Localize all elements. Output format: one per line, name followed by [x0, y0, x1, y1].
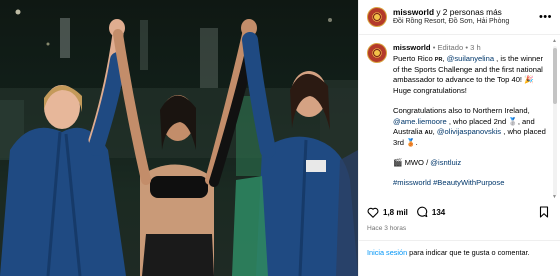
caption-paragraph-3: 🎬 MWO / @isntluiz	[393, 158, 462, 168]
hashtags[interactable]: #missworld #BeautyWithPurpose	[393, 178, 551, 189]
post-photo[interactable]	[0, 0, 358, 276]
comment-icon	[417, 206, 428, 218]
silver-medal-icon: 🥈	[508, 116, 518, 126]
post-header: missworld y 2 personas más Đồi Rồng Reso…	[359, 0, 560, 35]
post-panel: missworld y 2 personas más Đồi Rồng Reso…	[358, 0, 560, 276]
caption-time: 3 h	[470, 43, 481, 52]
header-location[interactable]: Đồi Rồng Resort, Đồ Sơn, Hải Phòng	[393, 18, 537, 27]
post-timestamp: Hace 3 horas	[367, 225, 407, 232]
caption-paragraph-1: Puerto Rico PR, @suilanyelina , is the w…	[393, 53, 544, 96]
ellipsis-icon[interactable]: •••	[539, 11, 552, 23]
mention-isntluiz[interactable]: @isntluiz	[430, 158, 461, 167]
mention-ameliemoore[interactable]: @ame.liemoore	[393, 117, 447, 126]
mention-olivijaspanovskis[interactable]: @olivijaspanovskis	[437, 127, 501, 136]
like-count: 1,8 mil	[383, 207, 408, 217]
flag-au: AU	[424, 130, 433, 137]
action-bar: 1,8 mil 134	[359, 201, 560, 223]
header-username[interactable]: missworld	[393, 7, 434, 17]
login-prompt: Inicia sesión para indicar que te gusta …	[359, 240, 560, 259]
scrollbar[interactable]	[553, 46, 557, 196]
photo-illustration	[0, 9, 358, 276]
caption-avatar[interactable]	[367, 43, 387, 63]
scroll-up-icon[interactable]: ▲	[552, 38, 557, 44]
scroll-down-icon[interactable]: ▼	[552, 194, 557, 200]
caption-paragraph-2: Congratulations also to Northern Ireland…	[393, 105, 546, 148]
bronze-medal-icon: 🥉	[406, 138, 416, 148]
comment-button[interactable]: 134	[416, 206, 445, 218]
header-coauthors[interactable]: y 2 personas más	[434, 7, 502, 17]
caption: missworld • Editado • 3 h Puerto Rico PR…	[359, 35, 560, 201]
comment-count: 134	[431, 207, 446, 217]
edited-label: Editado	[437, 43, 464, 52]
avatar[interactable]	[367, 7, 387, 27]
party-emoji: 🎉	[524, 75, 534, 85]
like-button[interactable]: 1,8 mil	[367, 207, 408, 218]
bookmark-icon	[539, 206, 549, 218]
heart-icon	[367, 207, 379, 218]
login-link[interactable]: Inicia sesión	[367, 248, 407, 257]
save-button[interactable]	[539, 206, 553, 218]
caption-username[interactable]: missworld	[393, 43, 431, 52]
mention-suilanyelina[interactable]: @suilanyelina	[447, 54, 494, 63]
